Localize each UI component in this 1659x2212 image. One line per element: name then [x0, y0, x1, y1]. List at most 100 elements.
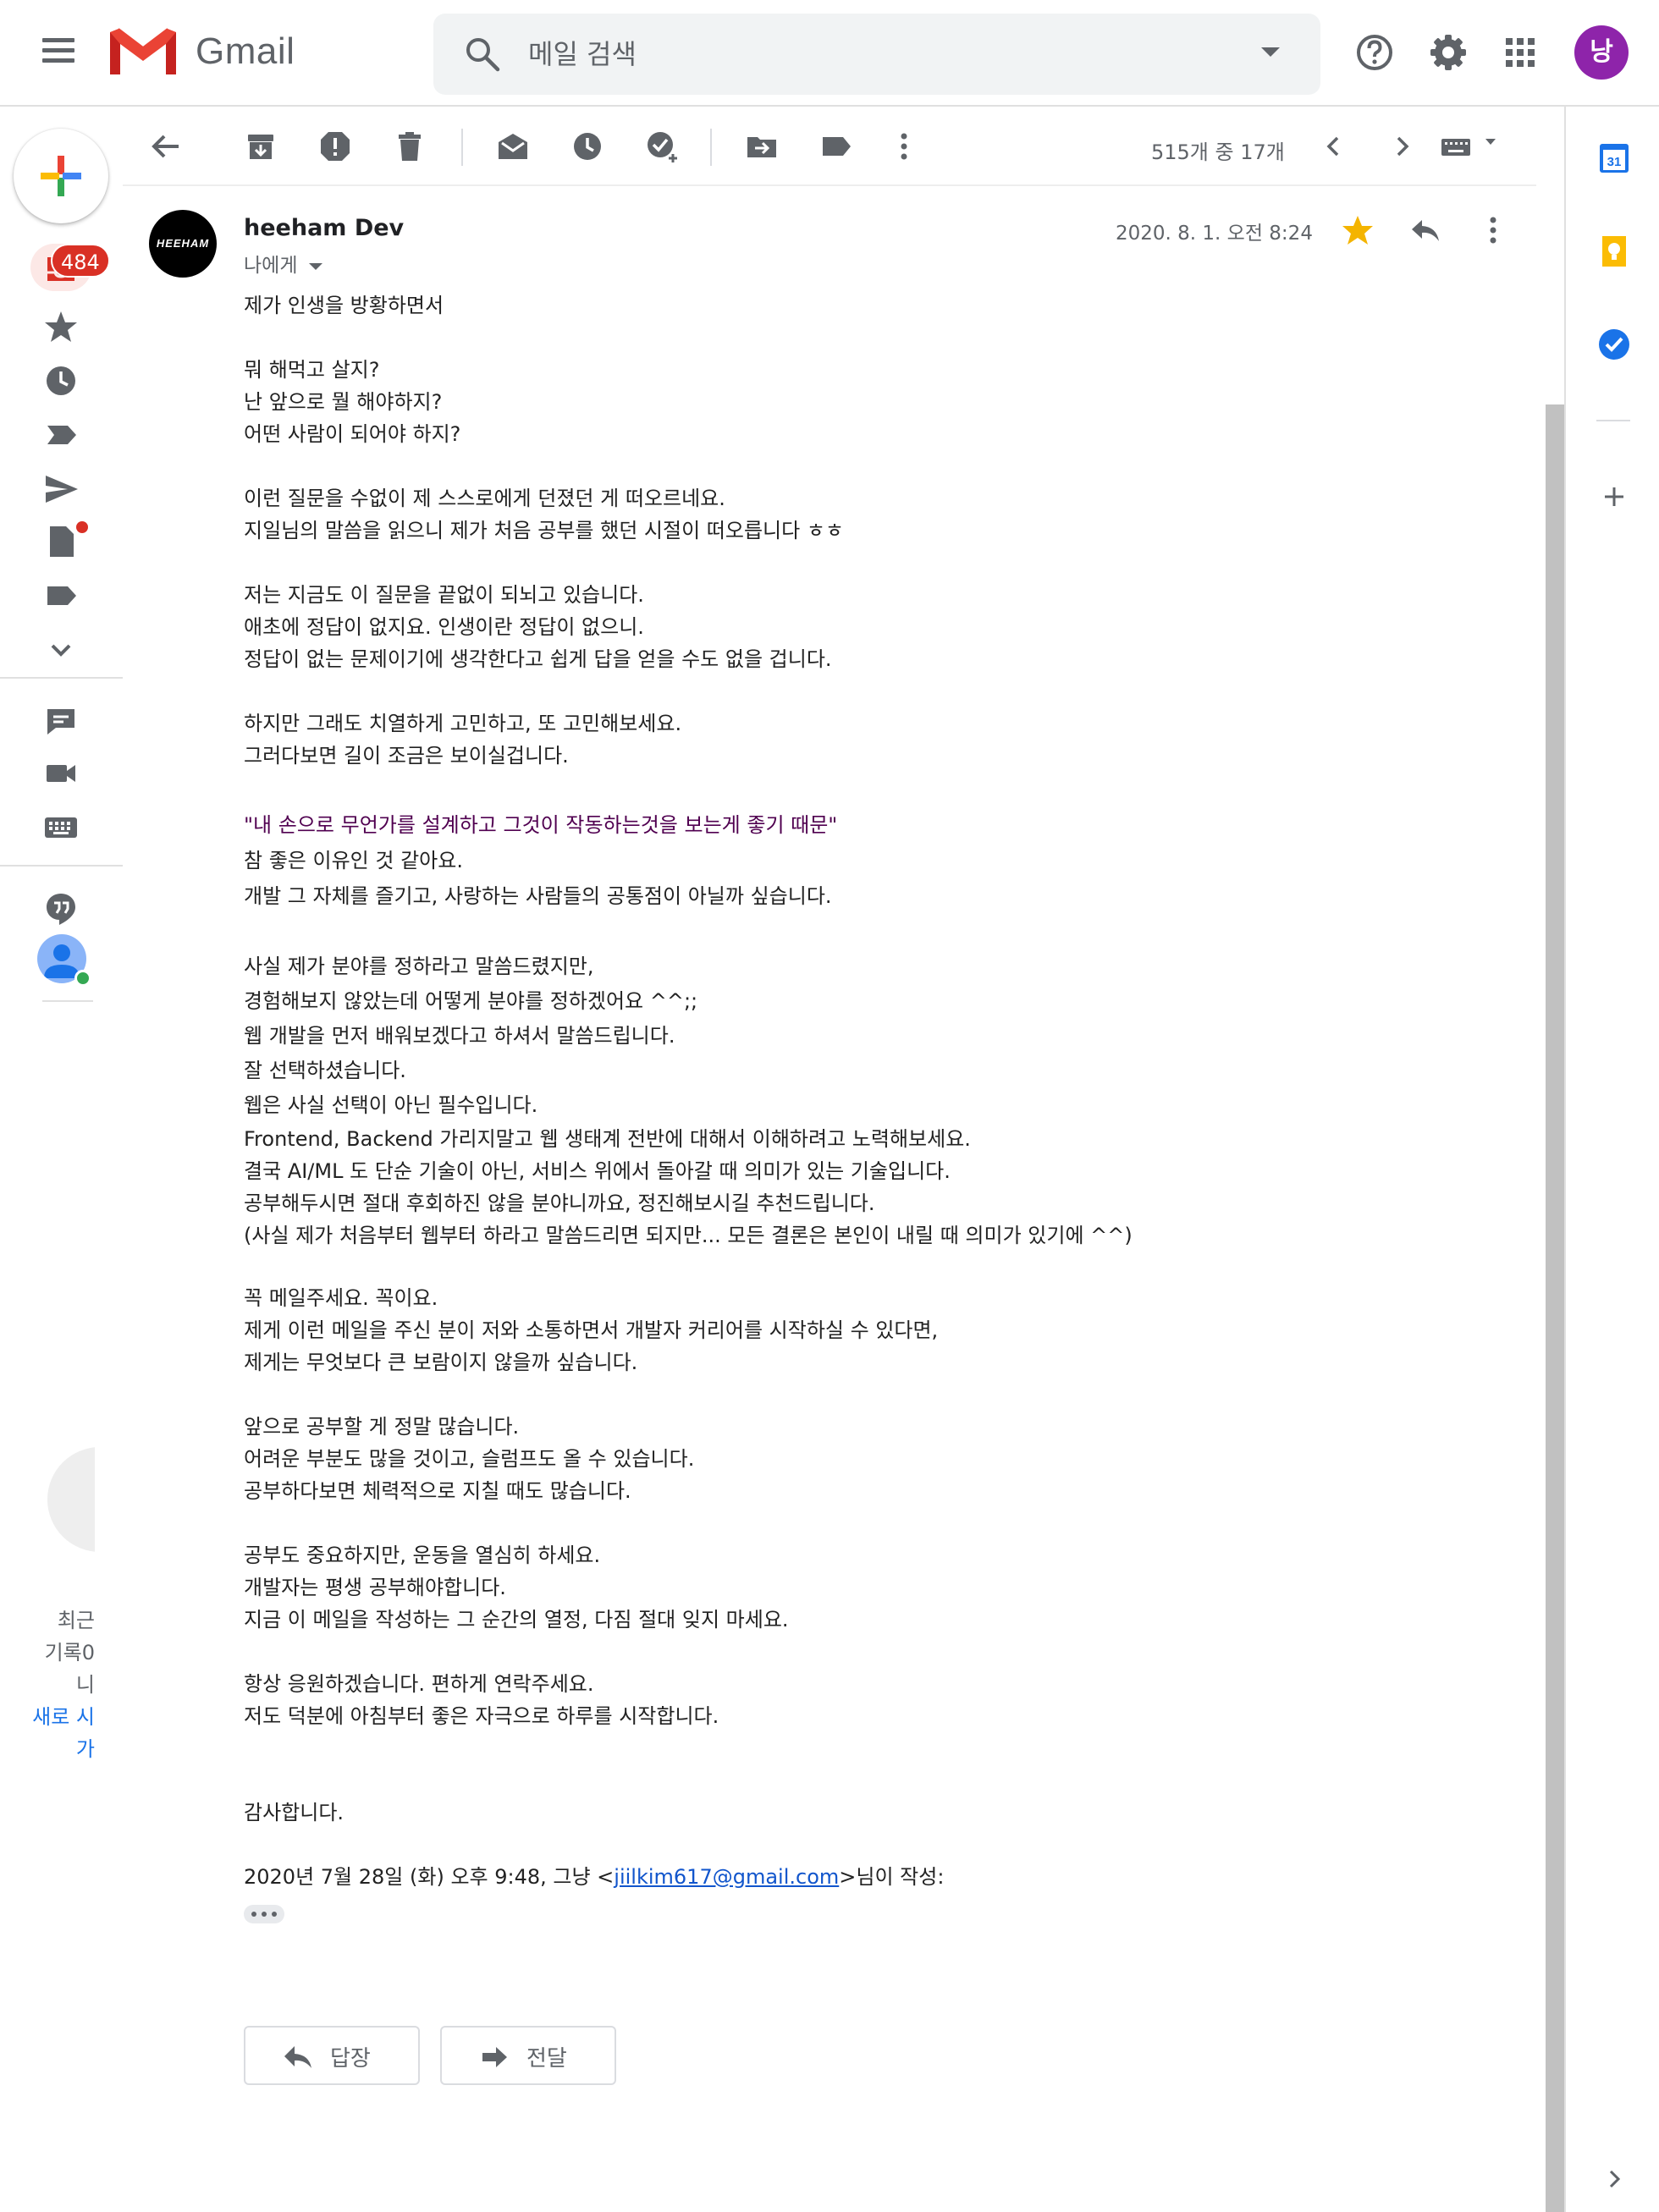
hangouts-icon[interactable]	[42, 890, 80, 927]
body-line: 저는 지금도 이 질문을 끝없이 되뇌고 있습니다.	[244, 583, 644, 607]
body-line: 앞으로 공부할 게 정말 많습니다.	[244, 1415, 520, 1439]
body-line: 어떤 사람이 되어야 하지?	[244, 422, 461, 446]
gmail-logo-icon[interactable]	[108, 25, 178, 78]
hangouts-text-line: 최근	[57, 1609, 95, 1632]
chat-icon[interactable]	[42, 702, 80, 740]
search-bar	[433, 14, 1320, 95]
body-line: 공부도 중요하지만, 운동을 열심히 하세요.	[244, 1543, 601, 1567]
online-status-dot	[74, 970, 91, 987]
settings-gear-icon[interactable]	[1426, 30, 1470, 74]
keyboard-icon[interactable]	[42, 809, 80, 846]
hangouts-empty-text: 최근 기록0 니 새로 시 가	[24, 1604, 95, 1765]
body-line: 난 앞으로 뭘 해야하지?	[244, 390, 443, 414]
help-icon[interactable]	[1353, 30, 1397, 74]
scrollbar-thumb[interactable]	[1546, 404, 1564, 2212]
message-more-vert-icon[interactable]	[1476, 213, 1510, 247]
body-line: 어려운 부분도 많을 것이고, 슬럼프도 올 수 있습니다.	[244, 1447, 695, 1471]
main-menu-button[interactable]	[42, 38, 76, 63]
body-line: 결국 AI/ML 도 단순 기술이 아닌, 서비스 위에서 돌아갈 때 의미가 …	[244, 1159, 951, 1183]
quoted-header: 2020년 7월 28일 (화) 오후 9:48, 그냥 <jiilkim617…	[244, 1861, 1513, 1893]
forward-button[interactable]: 전달	[440, 2026, 616, 2085]
hangouts-text-line: 니	[75, 1673, 95, 1697]
quoted-sender-email-link[interactable]: jiilkim617@gmail.com	[614, 1865, 839, 1889]
recipient-label: 나에게	[244, 255, 298, 277]
move-to-icon[interactable]	[744, 129, 780, 164]
starred-icon[interactable]	[42, 308, 80, 345]
snoozed-clock-icon[interactable]	[42, 362, 80, 399]
important-icon[interactable]	[42, 416, 80, 454]
keep-icon[interactable]	[1596, 234, 1632, 269]
inbox-count-badge: 484	[51, 244, 110, 278]
labels-icon[interactable]	[818, 129, 854, 164]
drafts-icon[interactable]	[42, 523, 80, 560]
older-chevron-right-icon[interactable]	[1384, 129, 1419, 164]
search-icon[interactable]	[464, 36, 501, 73]
report-spam-icon[interactable]	[317, 129, 353, 164]
body-paragraph: 하지만 그래도 치열하게 고민하고, 또 고민해보세요. 그러다보면 길이 조금…	[244, 707, 1513, 772]
calendar-icon[interactable]: 31	[1596, 140, 1632, 176]
pager-text: 515개 중 17개	[1151, 140, 1285, 164]
mark-unread-icon[interactable]	[495, 129, 531, 164]
snooze-clock-icon[interactable]	[570, 129, 605, 164]
body-line: 제게 이런 메일을 주신 분이 저와 소통하면서 개발자 커리어를 시작하실 수…	[244, 1318, 939, 1342]
message-date: 2020. 8. 1. 오전 8:24	[1116, 223, 1313, 245]
sender-name[interactable]: heeham Dev	[244, 215, 404, 241]
tasks-icon[interactable]	[1596, 327, 1632, 362]
recipient-details-toggle[interactable]: 나에게	[244, 249, 323, 278]
more-vert-icon[interactable]	[886, 129, 922, 164]
back-arrow-icon[interactable]	[148, 129, 184, 164]
closing-line: 감사합니다.	[244, 1801, 344, 1824]
body-line: 개발자는 평생 공부해야합니다.	[244, 1576, 506, 1599]
sent-icon[interactable]	[42, 470, 80, 508]
body-line: 꼭 메일주세요. 꼭이요.	[244, 1286, 438, 1310]
body-line: 공부하다보면 체력적으로 지칠 때도 많습니다.	[244, 1479, 631, 1503]
body-paragraph: 항상 응원하겠습니다. 편하게 연락주세요. 저도 덕분에 아침부터 좋은 자극…	[244, 1668, 1513, 1732]
get-addons-plus-icon[interactable]	[1596, 479, 1632, 514]
meet-video-icon[interactable]	[42, 755, 80, 792]
apps-grid-icon[interactable]	[1498, 30, 1542, 74]
reply-arrow-icon	[284, 2046, 311, 2068]
body-line: 저도 덕분에 아침부터 좋은 자극으로 하루를 시작합니다.	[244, 1704, 719, 1728]
hangouts-new-link[interactable]: 새로 시	[24, 1701, 95, 1733]
body-line: 경험해보지 않았는데 어떻게 분야를 정하겠어요 ^^;;	[244, 989, 698, 1013]
account-avatar[interactable]: 낭	[1574, 25, 1629, 80]
delete-trash-icon[interactable]	[392, 129, 427, 164]
archive-icon[interactable]	[243, 129, 278, 164]
quoted-header-suffix: >님이 작성:	[839, 1865, 945, 1889]
body-paragraph: 앞으로 공부할 게 정말 많습니다. 어려운 부분도 많을 것이고, 슬럼프도 …	[244, 1411, 1513, 1507]
compose-button[interactable]	[14, 129, 108, 223]
body-line: 지금 이 메일을 작성하는 그 순간의 열정, 다짐 절대 잊지 마세요.	[244, 1608, 789, 1631]
add-to-tasks-icon[interactable]	[644, 129, 680, 164]
body-line: 사실 제가 분야를 정하라고 말씀드렸지만,	[244, 955, 594, 978]
body-line: 개발 그 자체를 즐기고, 사랑하는 사람들의 공통점이 아닐까 싶습니다.	[244, 884, 832, 908]
forward-arrow-icon	[482, 2047, 507, 2067]
calendar-day-text: 31	[1607, 155, 1622, 169]
body-paragraph: 이런 질문을 수없이 제 스스로에게 던졌던 게 떠오르네요. 지일님의 말씀을…	[244, 482, 1513, 547]
body-line: 잘 선택하셨습니다.	[244, 1059, 406, 1082]
more-chevron-down-icon[interactable]	[42, 631, 80, 669]
star-icon[interactable]	[1341, 213, 1375, 247]
body-line: 웹은 사실 선택이 아닌 필수입니다.	[244, 1093, 538, 1117]
search-input[interactable]	[528, 32, 1205, 76]
toolbar-separator	[461, 129, 463, 166]
hangouts-empty-illustration	[47, 1447, 95, 1552]
body-paragraph: 저는 지금도 이 질문을 끝없이 되뇌고 있습니다. 애초에 정답이 없지요. …	[244, 579, 1513, 675]
caret-down-icon	[309, 262, 323, 270]
body-line: 이런 질문을 수없이 제 스스로에게 던졌던 게 떠오르네요.	[244, 487, 725, 510]
show-trimmed-content-button[interactable]	[244, 1905, 284, 1923]
hangouts-text-line: 기록0	[44, 1641, 95, 1665]
message-toolbar: 515개 중 17개	[123, 107, 1536, 186]
reply-icon[interactable]	[1408, 213, 1442, 247]
input-tools-keyboard-icon[interactable]	[1440, 132, 1507, 162]
newer-chevron-left-icon[interactable]	[1316, 129, 1352, 164]
sender-avatar[interactable]: HEEHAM	[149, 210, 217, 278]
search-options-icon[interactable]	[1261, 47, 1280, 57]
body-line: 공부해두시면 절대 후회하진 않을 분야니까요, 정진해보시길 추천드립니다.	[244, 1191, 875, 1215]
reply-button[interactable]: 답장	[244, 2026, 420, 2085]
body-line: 뭐 해먹고 살지?	[244, 358, 380, 382]
hide-side-panel-chevron-icon[interactable]	[1596, 2161, 1632, 2197]
body-paragraph: 참 좋은 이유인 것 같아요. 개발 그 자체를 즐기고, 사랑하는 사람들의 …	[244, 843, 1513, 914]
hangouts-new-link[interactable]: 가	[24, 1733, 95, 1765]
label-icon[interactable]	[42, 577, 80, 614]
body-line: 지일님의 말씀을 읽으니 제가 처음 공부를 했던 시절이 떠오릅니다 ㅎㅎ	[244, 519, 844, 542]
